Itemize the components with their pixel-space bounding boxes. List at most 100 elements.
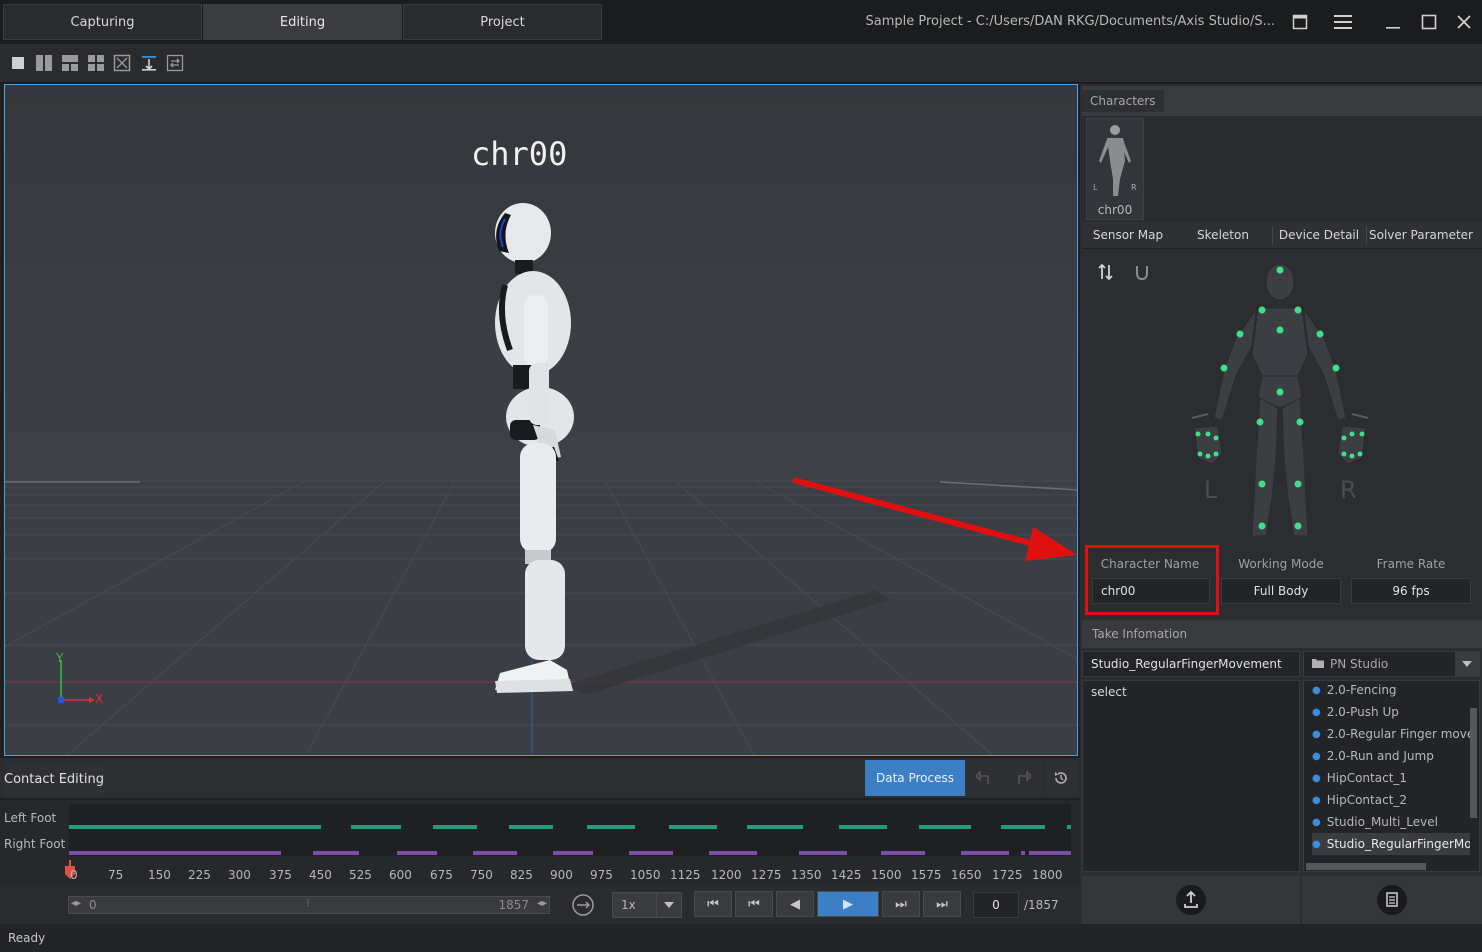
speed-dropdown[interactable]: 1x: [612, 892, 682, 918]
menu-icon[interactable]: [1331, 10, 1355, 34]
tick-label: 1575: [911, 868, 942, 882]
reset-button[interactable]: [1044, 760, 1078, 796]
tick-label: 675: [430, 868, 453, 882]
layout-two-columns-icon[interactable]: [34, 53, 54, 73]
tab-project[interactable]: Project: [403, 4, 602, 40]
mirror-icon[interactable]: [1096, 262, 1116, 282]
range-slider[interactable]: ◂▸ 0 ⦙ 1857 ◂▸: [68, 896, 550, 914]
list-item[interactable]: ● Studio_Multi_Level: [1312, 811, 1470, 833]
previous-frame-button[interactable]: ◀: [776, 891, 814, 917]
list-item[interactable]: ● 2.0-Run and Jump: [1312, 745, 1470, 767]
tick-label: 150: [148, 868, 171, 882]
take-notes-text: select: [1091, 685, 1127, 699]
minimize-icon[interactable]: [1381, 10, 1405, 34]
tab-sensor-map[interactable]: Sensor Map: [1086, 226, 1170, 244]
swap-view-icon[interactable]: [165, 53, 185, 73]
tick-label: 450: [309, 868, 332, 882]
folder-dropdown[interactable]: PN Studio: [1303, 651, 1480, 677]
play-button[interactable]: ▶: [817, 891, 879, 917]
tick-label: 1275: [751, 868, 782, 882]
redo-button[interactable]: [1004, 760, 1042, 796]
align-icon[interactable]: [139, 53, 159, 73]
layout-three-panel-icon[interactable]: [60, 53, 80, 73]
contact-tracks: [69, 825, 1071, 855]
go-to-start-button[interactable]: ⏮: [694, 891, 732, 917]
export-button[interactable]: [1082, 876, 1300, 924]
layout-four-panel-icon[interactable]: [86, 53, 106, 73]
chevron-down-icon[interactable]: [656, 893, 681, 917]
current-frame-input[interactable]: 0: [973, 892, 1019, 918]
tick-label: 300: [228, 868, 251, 882]
tick-label: 1800: [1032, 868, 1063, 882]
take-list-scrollbar[interactable]: [1470, 708, 1477, 818]
window-title: Sample Project - C:/Users/DAN RKG/Docume…: [865, 14, 1275, 29]
list-item-label: HipContact_2: [1326, 793, 1408, 807]
fit-view-icon[interactable]: [112, 53, 132, 73]
tick-label: 1350: [791, 868, 822, 882]
tab-solver-parameter[interactable]: Solver Parameter: [1366, 226, 1475, 244]
tab-device-detail[interactable]: Device Detail: [1272, 226, 1365, 244]
magnet-icon[interactable]: [1132, 262, 1152, 282]
take-list-hscrollbar[interactable]: [1306, 863, 1426, 870]
viewport-scene: [5, 203, 1077, 755]
tick-label: 1725: [992, 868, 1023, 882]
thumb-name: chr00: [1097, 203, 1133, 217]
top-bar: Capturing Editing Project Sample Project…: [0, 0, 1482, 44]
chevron-down-icon[interactable]: [1455, 652, 1479, 676]
frame-rate-field[interactable]: 96 fps: [1351, 578, 1471, 604]
tab-capturing[interactable]: Capturing: [3, 4, 202, 40]
characters-title: Characters: [1082, 90, 1164, 112]
character-label: chr00: [471, 135, 568, 173]
window-mode-icon[interactable]: [1288, 10, 1312, 34]
thumb-r-label: R: [1131, 183, 1137, 192]
list-item[interactable]: ● HipContact_2: [1312, 789, 1470, 811]
range-end-handle-icon[interactable]: ◂▸: [537, 898, 547, 909]
list-item-label: 2.0-Push Up: [1326, 705, 1399, 719]
tick-label: 525: [349, 868, 372, 882]
list-item[interactable]: ● HipContact_1: [1312, 767, 1470, 789]
list-item-selected[interactable]: ●Studio_RegularFingerMover: [1312, 833, 1470, 855]
3d-viewport[interactable]: chr00 Y X: [4, 84, 1078, 756]
body-r-label: R: [1340, 476, 1357, 504]
take-notes-area[interactable]: select: [1082, 680, 1300, 872]
tab-editing[interactable]: Editing: [203, 4, 402, 40]
speed-value: 1x: [621, 898, 636, 912]
contact-editing-title: Contact Editing: [4, 762, 104, 796]
folder-icon: [1312, 657, 1324, 671]
loop-button[interactable]: [571, 893, 595, 917]
skip-end-icon: ⏭: [936, 896, 948, 912]
maximize-icon[interactable]: [1417, 10, 1441, 34]
tick-label: 825: [510, 868, 533, 882]
range-center-handle-icon[interactable]: ⦙: [307, 898, 309, 909]
layout-single-icon[interactable]: [8, 53, 28, 73]
list-item[interactable]: ● 2.0-Fencing: [1312, 679, 1470, 701]
tab-skeleton[interactable]: Skeleton: [1180, 226, 1266, 244]
thumb-l-label: L: [1093, 183, 1098, 192]
tick-label: 1125: [670, 868, 701, 882]
data-process-button[interactable]: Data Process: [865, 760, 965, 796]
list-item-label: HipContact_1: [1326, 771, 1408, 785]
range-start-handle-icon[interactable]: ◂▸: [71, 898, 81, 909]
undo-button[interactable]: [965, 760, 1003, 796]
total-frames: /1857: [1024, 898, 1059, 912]
step-forward-icon: ⏭: [895, 896, 907, 912]
list-item[interactable]: ● 2.0-Push Up: [1312, 701, 1470, 723]
character-thumbnail[interactable]: L R chr00: [1086, 118, 1144, 220]
copy-button[interactable]: [1302, 876, 1482, 924]
tick-label: 900: [550, 868, 573, 882]
previous-key-button[interactable]: ⏮: [735, 891, 773, 917]
tick-label: 1650: [951, 868, 982, 882]
list-item[interactable]: ●2.0-Regular Finger moveme: [1312, 723, 1470, 745]
take-name-field[interactable]: Studio_RegularFingerMovement: [1082, 651, 1300, 677]
back-arrow-icon: ◀: [790, 896, 800, 912]
close-icon[interactable]: [1452, 10, 1476, 34]
tick-label: 1050: [630, 868, 661, 882]
characters-header: Characters: [1082, 86, 1482, 116]
axis-y-label: Y: [56, 651, 64, 665]
tick-label: 750: [470, 868, 493, 882]
working-mode-field[interactable]: Full Body: [1221, 578, 1341, 604]
go-to-end-button[interactable]: ⏭: [923, 891, 961, 917]
next-key-button[interactable]: ⏭: [882, 891, 920, 917]
list-item-label: 2.0-Regular Finger moveme: [1326, 727, 1470, 741]
folder-label: PN Studio: [1330, 657, 1389, 671]
